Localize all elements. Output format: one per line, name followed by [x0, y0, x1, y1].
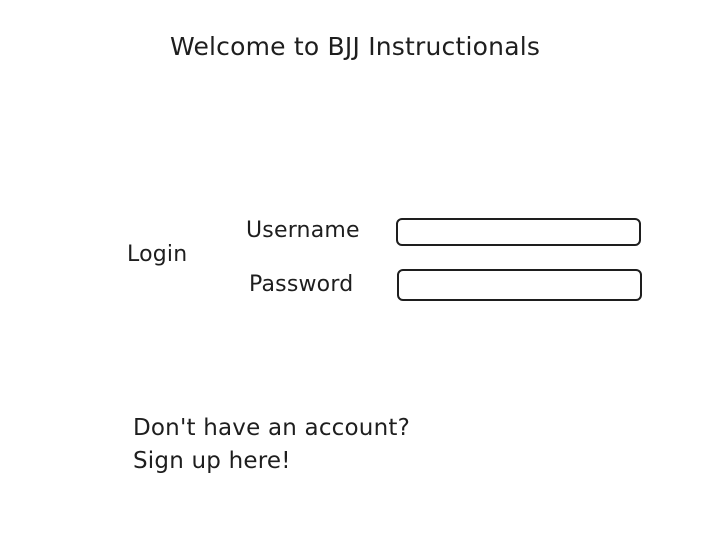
signup-link[interactable]: Sign up here! — [133, 450, 291, 473]
password-field[interactable] — [397, 269, 642, 301]
login-section-label: Login — [127, 242, 188, 267]
page-title: Welcome to BJJ Instructionals — [170, 32, 541, 61]
username-label: Username — [246, 218, 360, 243]
signup-question: Don't have an account? — [133, 415, 410, 441]
username-field[interactable] — [396, 218, 641, 246]
password-label: Password — [249, 272, 354, 297]
